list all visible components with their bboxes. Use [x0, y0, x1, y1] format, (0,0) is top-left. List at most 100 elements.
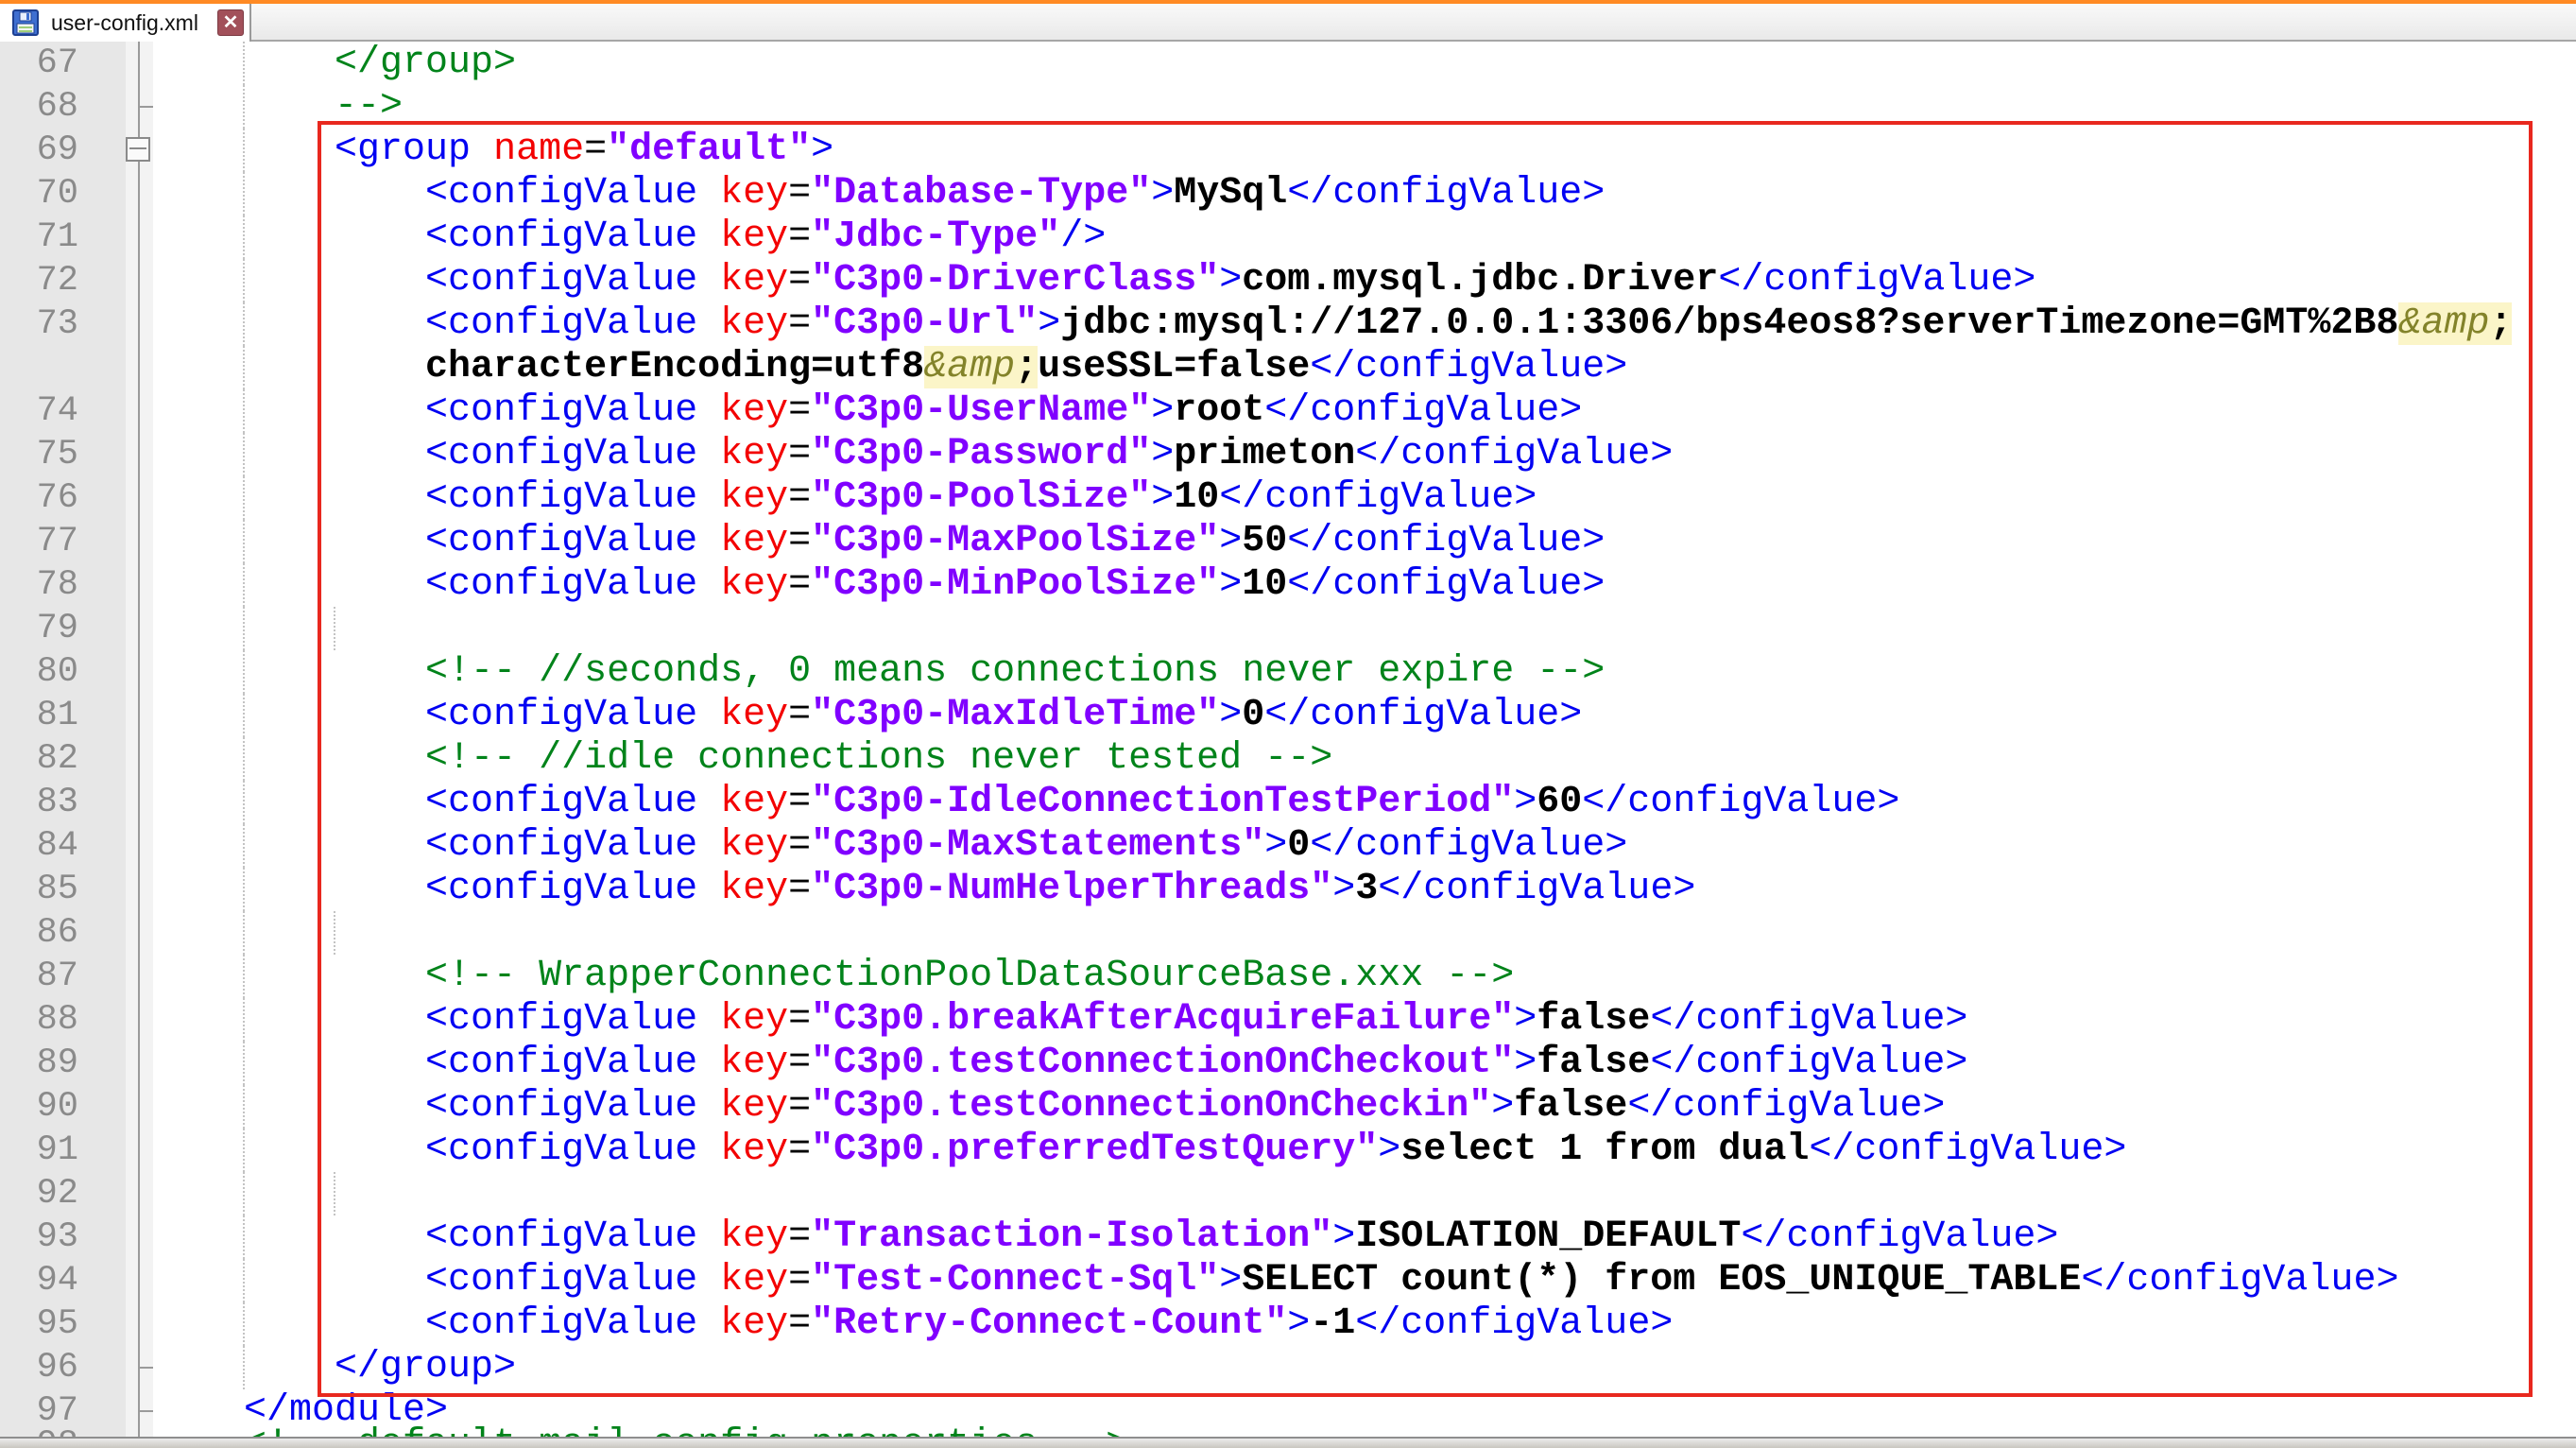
fold-margin — [126, 1215, 153, 1259]
fold-guide-line — [138, 998, 140, 1042]
token-at: name — [493, 129, 584, 171]
token-tg: > — [1219, 1259, 1242, 1301]
tab-user-config-xml[interactable]: user-config.xml ✕ — [0, 4, 251, 42]
indent-guide — [243, 1215, 245, 1259]
indent-guide — [243, 1042, 245, 1085]
code-line-text[interactable]: <configValue key="C3p0-DriverClass">com.… — [153, 259, 2576, 302]
code-line-text[interactable]: <configValue key="C3p0-Url">jdbc:mysql:/… — [153, 302, 2576, 346]
code-line-text[interactable]: <configValue key="C3p0-IdleConnectionTes… — [153, 781, 2576, 824]
code-line-text[interactable]: <configValue key="Jdbc-Type"/> — [153, 215, 2576, 259]
token-tx: SELECT count(*) from EOS_UNIQUE_TABLE — [1242, 1259, 2081, 1301]
code-line-text[interactable]: <configValue key="C3p0-MaxPoolSize">50</… — [153, 520, 2576, 563]
indent-guide — [243, 824, 245, 868]
token-at: key — [720, 1215, 788, 1258]
code-line: 77 <configValue key="C3p0-MaxPoolSize">5… — [0, 520, 2576, 563]
code-line: 87 <!-- WrapperConnectionPoolDataSourceB… — [0, 955, 2576, 998]
code-line-text[interactable]: <!-- WrapperConnectionPoolDataSourceBase… — [153, 955, 2576, 998]
token-tg: </configValue> — [2081, 1259, 2398, 1301]
line-number: 77 — [0, 520, 126, 563]
token-tg: > — [1151, 389, 1174, 432]
fold-collapse-icon[interactable] — [126, 137, 150, 162]
code-line-text[interactable] — [153, 1172, 2576, 1215]
code-editor[interactable]: 67 </group>68 -->69 <group name="default… — [0, 42, 2576, 1448]
token-tg: </group> — [335, 1346, 516, 1388]
code-line-text[interactable] — [153, 607, 2576, 650]
code-line: 90 <configValue key="C3p0.testConnection… — [0, 1085, 2576, 1129]
fold-guide-line — [138, 1042, 140, 1085]
code-line-text[interactable]: <configValue key="C3p0-MaxStatements">0<… — [153, 824, 2576, 868]
code-line-text[interactable]: characterEncoding=utf8&amp;useSSL=false<… — [153, 346, 2576, 389]
token-eq: = — [788, 215, 811, 258]
code-line-text[interactable]: <configValue key="Retry-Connect-Count">-… — [153, 1302, 2576, 1346]
code-line: 68 --> — [0, 85, 2576, 129]
code-line-text[interactable]: <configValue key="C3p0.breakAfterAcquire… — [153, 998, 2576, 1042]
token-at: key — [720, 433, 788, 475]
line-number: 86 — [0, 911, 126, 955]
token-tx: false — [1537, 1042, 1650, 1084]
code-line-text[interactable]: <configValue key="C3p0-UserName">root</c… — [153, 389, 2576, 433]
code-line-text[interactable]: <configValue key="C3p0-MaxIdleTime">0</c… — [153, 694, 2576, 737]
close-icon[interactable]: ✕ — [217, 9, 244, 36]
token-pl — [697, 1259, 720, 1301]
fold-guide-line — [138, 346, 140, 389]
token-at: key — [720, 259, 788, 302]
code-line-text[interactable]: <!-- //idle connections never tested --> — [153, 737, 2576, 781]
code-line-text[interactable]: </group> — [153, 1346, 2576, 1389]
token-tx: 3 — [1355, 868, 1378, 910]
fold-margin — [126, 172, 153, 215]
fold-margin — [126, 1085, 153, 1129]
token-eq: = — [788, 868, 811, 910]
code-line: 92 — [0, 1172, 2576, 1215]
token-tg: </configValue> — [1219, 476, 1537, 519]
token-tg: > — [811, 129, 833, 171]
token-cm: <!-- //idle connections never tested --> — [425, 737, 1332, 780]
fold-margin — [126, 607, 153, 650]
code-line: 78 <configValue key="C3p0-MinPoolSize">1… — [0, 563, 2576, 607]
fold-margin — [126, 346, 153, 389]
code-line-text[interactable]: <group name="default"> — [153, 129, 2576, 172]
code-line-text[interactable]: </group> — [153, 42, 2576, 85]
line-number: 69 — [0, 129, 126, 172]
fold-end-tick — [139, 106, 153, 108]
fold-margin — [126, 694, 153, 737]
code-line: 76 <configValue key="C3p0-PoolSize">10</… — [0, 476, 2576, 520]
fold-margin — [126, 1129, 153, 1172]
token-tx: MySql — [1174, 172, 1287, 215]
code-line-text[interactable] — [153, 911, 2576, 955]
token-tg: <group — [335, 129, 471, 171]
fold-margin — [126, 129, 153, 172]
fold-margin — [126, 259, 153, 302]
token-tg: <configValue — [425, 215, 697, 258]
token-at: key — [720, 781, 788, 823]
token-tg: <configValue — [425, 563, 697, 606]
fold-margin — [126, 389, 153, 433]
code-line-text[interactable]: <configValue key="C3p0-MinPoolSize">10</… — [153, 563, 2576, 607]
token-pl — [697, 520, 720, 562]
fold-margin — [126, 302, 153, 346]
indent-guide — [243, 694, 245, 737]
code-line-text[interactable]: --> — [153, 85, 2576, 129]
code-line-text[interactable]: <configValue key="C3p0-Password">primeto… — [153, 433, 2576, 476]
line-number: 75 — [0, 433, 126, 476]
code-line-text[interactable]: <!-- //seconds, 0 means connections neve… — [153, 650, 2576, 694]
token-eq: = — [788, 563, 811, 606]
token-tg: > — [1151, 433, 1174, 475]
code-line-text[interactable]: <configValue key="C3p0.testConnectionOnC… — [153, 1085, 2576, 1129]
code-line-text[interactable]: <configValue key="C3p0.preferredTestQuer… — [153, 1129, 2576, 1172]
fold-guide-line — [138, 42, 140, 85]
code-line-text[interactable]: <configValue key="Transaction-Isolation"… — [153, 1215, 2576, 1259]
token-tg: <configValue — [425, 1129, 697, 1171]
code-line-text[interactable]: <configValue key="Test-Connect-Sql">SELE… — [153, 1259, 2576, 1302]
code-line-text[interactable]: <configValue key="C3p0-PoolSize">10</con… — [153, 476, 2576, 520]
token-tx: com.mysql.jdbc.Driver — [1242, 259, 1718, 302]
indent-guide — [243, 129, 245, 172]
token-eq: = — [788, 520, 811, 562]
code-line-text[interactable]: <configValue key="Database-Type">MySql</… — [153, 172, 2576, 215]
code-line-text[interactable]: <configValue key="C3p0-NumHelperThreads"… — [153, 868, 2576, 911]
token-tx: characterEncoding=utf8 — [425, 346, 924, 388]
code-line: 94 <configValue key="Test-Connect-Sql">S… — [0, 1259, 2576, 1302]
token-tg: <configValue — [425, 998, 697, 1041]
code-line-text[interactable]: <configValue key="C3p0.testConnectionOnC… — [153, 1042, 2576, 1085]
indent-guide — [243, 520, 245, 563]
token-av: "C3p0-PoolSize" — [811, 476, 1151, 519]
